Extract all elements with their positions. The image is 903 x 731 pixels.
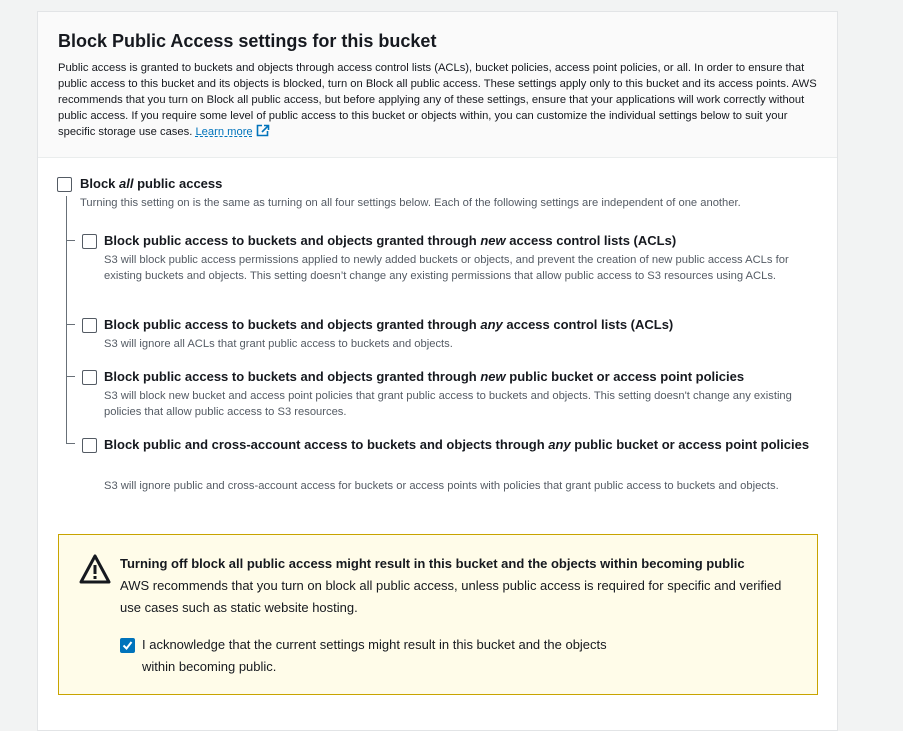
section-description: Public access is granted to buckets and … <box>58 60 820 142</box>
block-new-policies-label: Block public access to buckets and objec… <box>104 369 745 384</box>
learn-more-label: Learn more <box>195 126 253 138</box>
warning-title: Turning off block all public access migh… <box>120 556 745 571</box>
block-all-description: Turning this setting on is the same as t… <box>80 197 741 209</box>
block-new-policies-checkbox[interactable] <box>82 370 97 385</box>
warning-body: AWS recommends that you turn on block al… <box>120 578 782 615</box>
checkmark-icon <box>122 641 133 651</box>
panel-header: Block Public Access settings for this bu… <box>38 12 837 158</box>
tree-branch <box>66 443 75 444</box>
block-new-policies-description: S3 will block new bucket and access poin… <box>104 390 792 418</box>
external-link-icon <box>256 124 270 142</box>
warning-alert: Turning off block all public access migh… <box>58 534 818 695</box>
block-any-acls-label: Block public access to buckets and objec… <box>104 317 674 332</box>
block-any-policies-checkbox[interactable] <box>82 438 97 453</box>
block-new-acls-label: Block public access to buckets and objec… <box>104 233 677 248</box>
tree-branch <box>66 240 75 241</box>
block-any-policies-description: S3 will ignore public and cross-account … <box>104 480 779 492</box>
tree-branch <box>66 324 75 325</box>
block-new-acls-checkbox[interactable] <box>82 234 97 249</box>
acknowledge-label: I acknowledge that the current settings … <box>142 637 607 674</box>
tree-connector <box>66 196 67 443</box>
warning-icon <box>79 553 111 590</box>
acknowledge-checkbox[interactable] <box>120 638 135 653</box>
section-title: Block Public Access settings for this bu… <box>58 31 437 51</box>
section-description-text: Public access is granted to buckets and … <box>58 62 817 138</box>
block-any-acls-description: S3 will ignore all ACLs that grant publi… <box>104 338 453 350</box>
tree-branch <box>66 376 75 377</box>
block-any-policies-label: Block public and cross-account access to… <box>104 437 810 452</box>
block-all-label: Block all public access <box>80 176 223 191</box>
block-any-acls-checkbox[interactable] <box>82 318 97 333</box>
block-all-checkbox[interactable] <box>57 177 72 192</box>
block-new-acls-description: S3 will block public access permissions … <box>104 254 789 282</box>
learn-more-link[interactable]: Learn more <box>195 124 269 138</box>
